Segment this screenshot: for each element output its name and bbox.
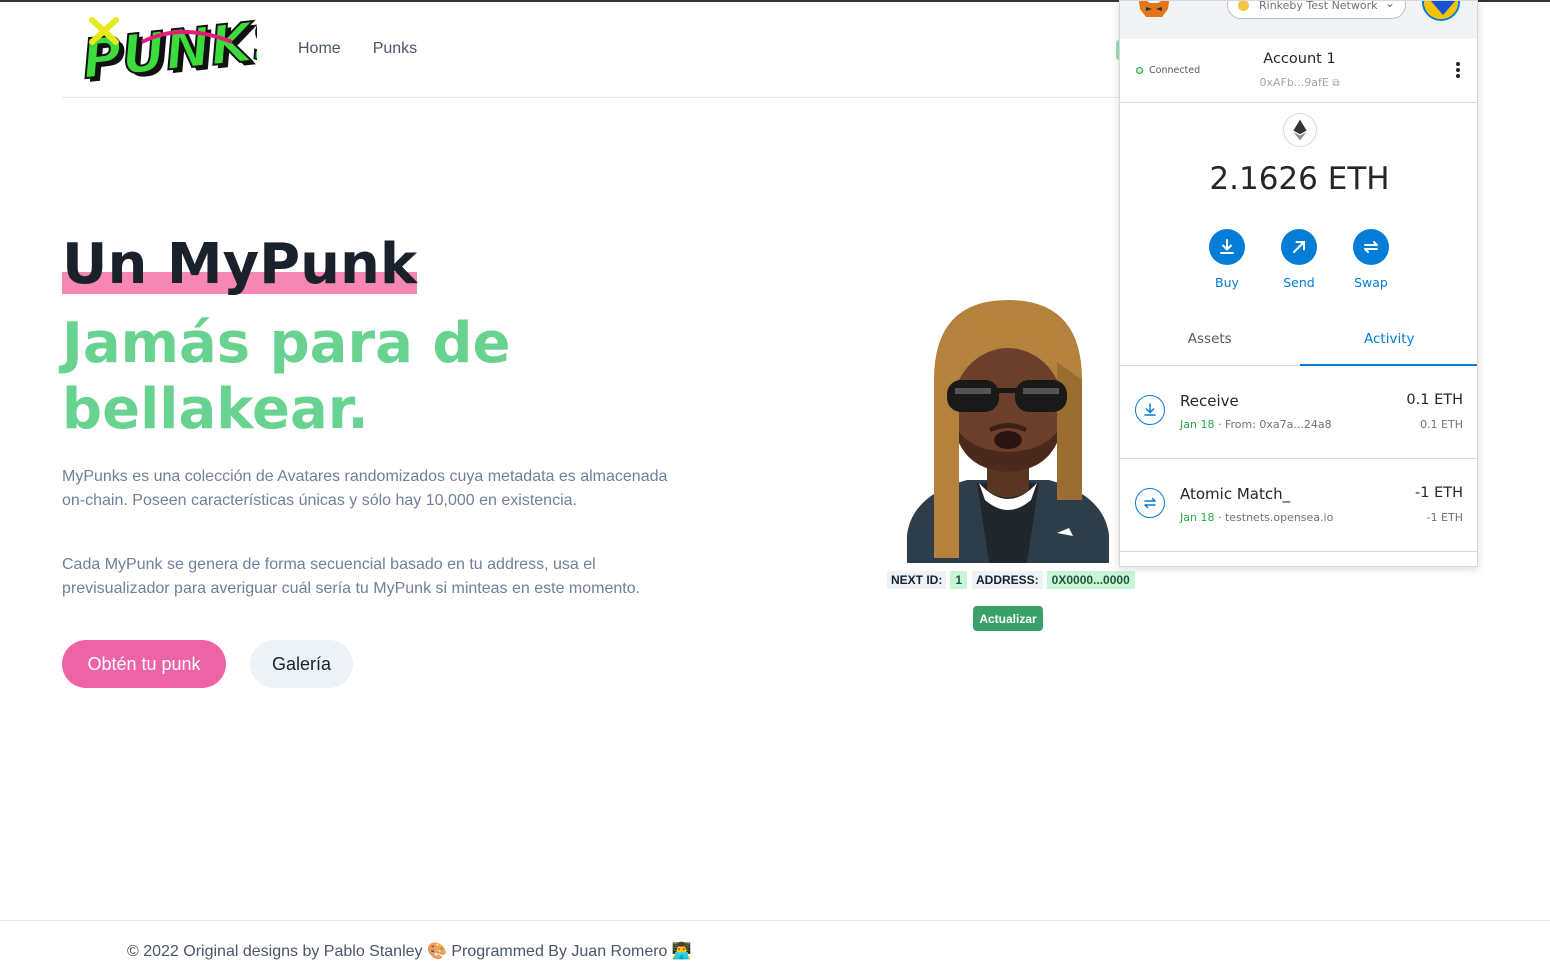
punk-avatar-image [907, 300, 1109, 563]
footer-credit-design: © 2022 Original designs by Pablo Stanley [127, 943, 423, 960]
hero-title-line1: Un MyPunk [62, 232, 418, 297]
update-button[interactable]: Actualizar [973, 606, 1043, 631]
transaction-detail: testnets.opensea.io [1224, 511, 1334, 524]
get-punk-button[interactable]: Obtén tu punk [62, 640, 226, 688]
swap-icon [1353, 229, 1389, 265]
footer-credit-programmed: Programmed By Juan Romero [451, 943, 668, 960]
ethereum-icon [1283, 113, 1317, 147]
address-value: 0X0000...0000 [1046, 571, 1135, 589]
tab-assets[interactable]: Assets [1120, 319, 1300, 365]
account-section: Connected Account 1 0xAFb...9afE ⧉ [1120, 39, 1477, 103]
account-avatar[interactable] [1422, 1, 1460, 21]
glasses-left [947, 380, 999, 412]
metamask-fox-icon[interactable] [1136, 0, 1172, 19]
avatar-jazzicon [1424, 1, 1458, 19]
metamask-topbar: Rinkeby Test Network ⌄ [1120, 0, 1477, 39]
gallery-button[interactable]: Galería [250, 640, 353, 688]
transaction-subtitle: Jan 18 · testnets.opensea.io [1180, 511, 1333, 524]
glasses-shine-left [955, 388, 991, 394]
network-name: Rinkeby Test Network [1259, 0, 1378, 12]
fox-body [1138, 1, 1170, 17]
buy-action[interactable]: Buy [1197, 229, 1257, 290]
next-id-label: NEXT ID: [887, 571, 947, 589]
transaction-amount: -1 ETH [1415, 485, 1463, 501]
transaction-row[interactable]: Atomic Match_ Jan 18 · testnets.opensea.… [1120, 459, 1477, 552]
account-options-kebab-icon[interactable] [1453, 61, 1463, 81]
eth-balance: 2.1626 ETH [1209, 161, 1390, 197]
buy-label: Buy [1215, 275, 1239, 290]
transaction-date: Jan 18 [1180, 511, 1215, 524]
transaction-amount-secondary: 0.1 ETH [1420, 418, 1463, 431]
separator-dot: · [1217, 418, 1225, 431]
site-footer: © 2022 Original designs by Pablo Stanley… [0, 920, 1550, 978]
buy-icon [1209, 229, 1245, 265]
account-address[interactable]: 0xAFb...9afE ⧉ [1120, 76, 1477, 89]
mouth [994, 431, 1022, 449]
account-name[interactable]: Account 1 [1120, 51, 1477, 67]
send-action[interactable]: Send [1269, 229, 1329, 290]
connected-dot-icon [1136, 67, 1143, 74]
address-tag: ADDRESS: 0X0000...0000 [972, 571, 1135, 589]
transaction-title: Receive [1180, 392, 1239, 410]
transaction-amount: 0.1 ETH [1406, 392, 1463, 408]
nav-home-link[interactable]: Home [298, 40, 341, 58]
transaction-subtitle: Jan 18 · From: 0xa7a...24a8 [1180, 418, 1332, 431]
technologist-icon: 👨‍💻 [671, 943, 692, 960]
next-id-tag: NEXT ID: 1 [887, 571, 968, 589]
swap-action[interactable]: Swap [1341, 229, 1401, 290]
glasses-right [1015, 380, 1067, 412]
glasses-bridge [997, 388, 1017, 393]
hero-description-2: Cada MyPunk se genera de forma secuencia… [62, 556, 641, 597]
send-icon [1281, 229, 1317, 265]
hero-title: Un MyPunk Jamás para de bellakear. [62, 232, 522, 443]
transaction-detail: From: 0xa7a...24a8 [1224, 418, 1332, 431]
chevron-down-icon: ⌄ [1384, 0, 1395, 10]
next-id-value: 1 [950, 571, 968, 589]
palette-icon: 🎨 [426, 943, 447, 960]
swap-icon [1135, 488, 1165, 518]
separator-dot: · [1217, 511, 1225, 524]
metamask-popup: Rinkeby Test Network ⌄ Connected Account… [1119, 0, 1478, 567]
hero-title-line2: Jamás para de bellakear. [62, 311, 511, 442]
glasses-shine-right [1023, 388, 1059, 394]
main-nav: Home Punks [298, 40, 417, 58]
account-address-text: 0xAFb...9afE [1259, 76, 1329, 89]
punks-logo[interactable]: PUNKS PUNKS [82, 12, 257, 90]
eth-top [1293, 119, 1307, 135]
address-label: ADDRESS: [972, 571, 1043, 589]
footer-credits: © 2022 Original designs by Pablo Stanley… [127, 941, 692, 961]
network-status-dot [1238, 1, 1249, 11]
transaction-amount-secondary: -1 ETH [1426, 511, 1463, 524]
transaction-date: Jan 18 [1180, 418, 1215, 431]
hero-description-1: MyPunks es una colección de Avatares ran… [62, 468, 668, 509]
copy-icon[interactable]: ⧉ [1332, 78, 1339, 89]
wallet-tabs: Assets Activity [1120, 319, 1477, 366]
tab-activity[interactable]: Activity [1299, 319, 1477, 366]
swap-label: Swap [1354, 275, 1388, 290]
network-selector[interactable]: Rinkeby Test Network ⌄ [1227, 0, 1406, 19]
receive-icon [1135, 395, 1165, 425]
transaction-title: Atomic Match_ [1180, 485, 1291, 503]
send-label: Send [1283, 275, 1315, 290]
nav-punks-link[interactable]: Punks [373, 40, 417, 58]
transaction-row[interactable]: Receive Jan 18 · From: 0xa7a...24a8 0.1 … [1120, 366, 1477, 459]
